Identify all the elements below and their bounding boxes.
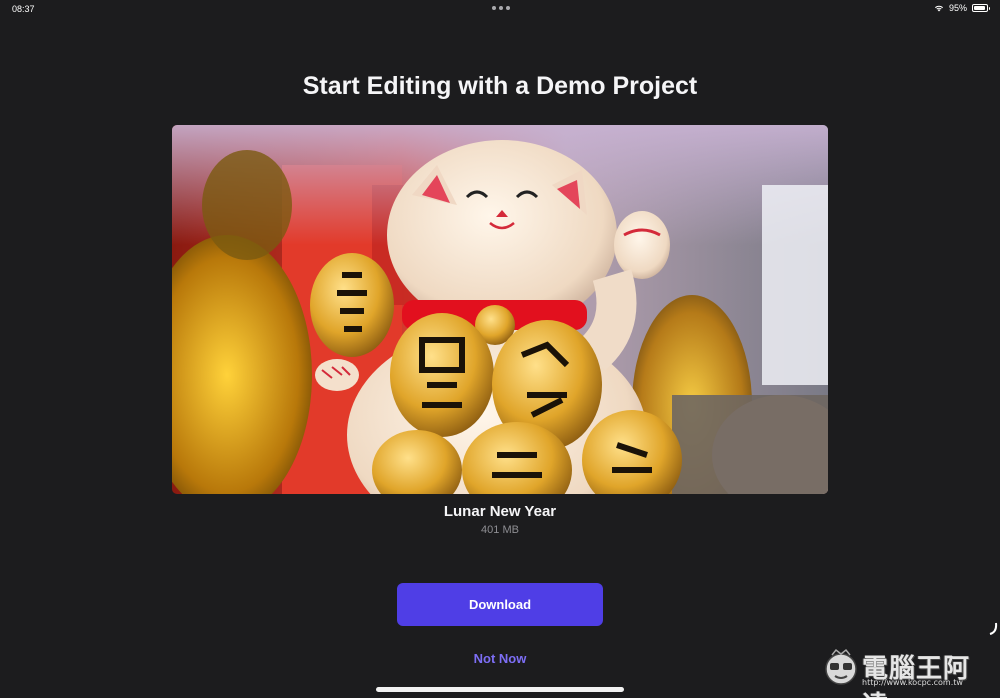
watermark-mascot-icon <box>825 648 857 685</box>
status-time: 08:37 <box>12 4 35 14</box>
download-button[interactable]: Download <box>397 583 603 626</box>
corner-indicator-icon <box>989 622 998 635</box>
status-indicators: 95% <box>934 3 990 13</box>
battery-percent: 95% <box>948 3 967 13</box>
multitask-dots-icon[interactable] <box>492 6 510 10</box>
watermark-url: http://www.kocpc.com.tw <box>862 678 963 687</box>
project-thumbnail <box>172 125 828 494</box>
status-bar: 08:37 95% <box>0 0 1000 18</box>
home-indicator[interactable] <box>376 687 624 692</box>
wifi-icon <box>934 5 943 12</box>
watermark-text: 電腦王阿達 <box>862 654 971 698</box>
not-now-button[interactable]: Not Now <box>440 648 560 668</box>
page-title: Start Editing with a Demo Project <box>302 72 698 100</box>
watermark: 電腦王阿達 http://www.kocpc.com.tw <box>822 645 992 698</box>
battery-icon <box>972 4 990 12</box>
project-name: Lunar New Year <box>443 503 557 520</box>
project-size: 401 MB <box>481 524 519 536</box>
